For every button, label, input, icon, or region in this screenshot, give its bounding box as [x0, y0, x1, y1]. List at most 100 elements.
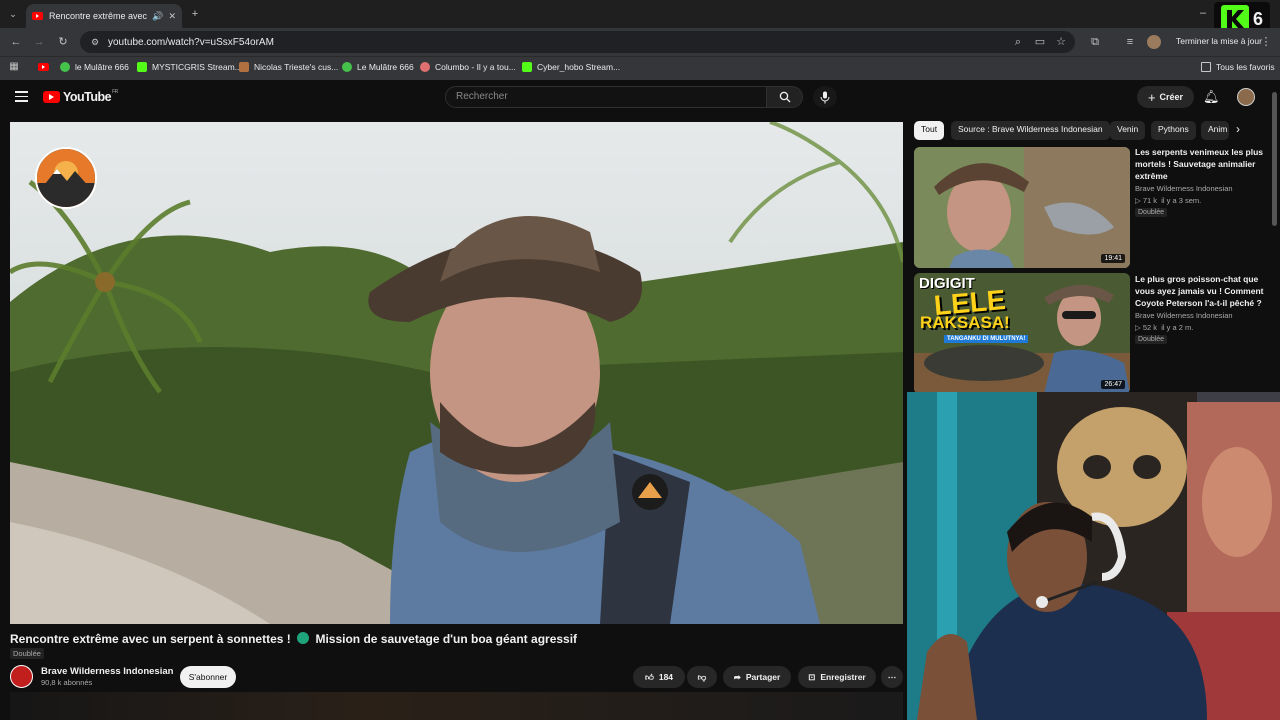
share-arrow-icon: ➦ [733, 671, 741, 682]
hamburger-menu-icon[interactable] [15, 91, 28, 102]
columbo-favicon-icon [420, 62, 430, 72]
apps-grid-icon[interactable]: ▦ [7, 60, 21, 74]
tab-search-icon[interactable]: ⌄ [6, 7, 20, 21]
bookmark-item[interactable]: Le Mulâtre 666 [342, 60, 414, 74]
chip-pythons[interactable]: Pythons [1151, 121, 1196, 140]
chip-source[interactable]: Source : Brave Wilderness Indonesian [951, 121, 1110, 140]
search-input[interactable]: Rechercher [445, 86, 767, 108]
bookmark-label: Cyber_hobo Stream... [537, 62, 621, 72]
youtube-play-icon [43, 91, 60, 103]
search-button[interactable] [767, 86, 803, 108]
dubbed-badge: Doublée [1135, 335, 1168, 344]
like-count: 184 [658, 672, 674, 682]
bookmark-star-icon[interactable]: ☆ [1054, 35, 1068, 49]
extensions-icon[interactable]: ⧉ [1088, 35, 1102, 49]
bookmark-label: MYSTICGRIS Stream... [152, 62, 242, 72]
related-thumbnail[interactable]: 19:41 [914, 147, 1130, 268]
channel-avatar[interactable] [10, 665, 33, 688]
upload-age: il y a 2 m. [1161, 323, 1194, 332]
related-channel[interactable]: Brave Wilderness Indonesian [1135, 184, 1233, 193]
related-title[interactable]: Les serpents venimeux les plus mortels !… [1135, 146, 1265, 182]
views-count: 52 k [1142, 323, 1158, 332]
save-playlist-icon: ⊡ [808, 671, 816, 682]
chip-tout[interactable]: Tout [914, 121, 945, 140]
back-icon[interactable]: ← [9, 35, 23, 49]
menu-dots-icon[interactable]: ⋮ [1259, 35, 1273, 49]
thumb-text: RAKSASA! [920, 313, 1010, 332]
mountain-sunset-icon [37, 149, 95, 207]
youtube-favicon-icon [32, 12, 43, 20]
video-title-part2: Mission de sauvetage d'un boa géant agre… [315, 632, 578, 646]
kick-icon [522, 62, 532, 72]
logo-text: YouTube [63, 90, 112, 104]
browser-tab[interactable]: Rencontre extrême avec un 🔊 ✕ [26, 4, 182, 28]
account-avatar[interactable] [1237, 88, 1255, 106]
rumble-icon [60, 62, 70, 72]
related-thumbnail[interactable]: DIGIGIT LELE RAKSASA! TANGANKU DI MULUTN… [914, 273, 1130, 394]
related-title[interactable]: Le plus gros poisson-chat que vous ayez … [1135, 273, 1265, 309]
update-button[interactable]: Terminer la mise à jour [1170, 34, 1268, 50]
create-button[interactable]: + Créer [1137, 86, 1194, 108]
tab-title: Rencontre extrême avec un [49, 11, 148, 21]
minimize-icon[interactable]: – [1196, 6, 1210, 20]
bookmark-item[interactable]: Columbo - Il y a tou... [420, 60, 516, 74]
chips-next-icon[interactable]: › [1236, 122, 1240, 136]
dubbed-badge: Doublée [10, 648, 44, 659]
create-label: Créer [1159, 92, 1184, 102]
webcam-frame [907, 392, 1280, 720]
like-button[interactable]: 👍︎ 184 [633, 666, 685, 688]
views-icon: ▷ [1135, 323, 1143, 332]
thumbs-up-icon: 👍︎ [644, 671, 654, 682]
bookmark-item[interactable]: MYSTICGRIS Stream... [137, 60, 242, 74]
close-tab-icon[interactable]: ✕ [168, 11, 176, 22]
channel-watermark-logo [35, 147, 97, 209]
reload-icon[interactable]: ↻ [56, 35, 70, 49]
bookmark-item[interactable]: Cyber_hobo Stream... [522, 60, 620, 74]
subscribe-button[interactable]: S'abonner [180, 666, 236, 688]
bookmark-youtube[interactable] [38, 60, 55, 74]
related-channel[interactable]: Brave Wilderness Indonesian [1135, 311, 1233, 320]
youtube-logo[interactable]: YouTube FR [43, 89, 118, 104]
cast-icon[interactable]: ▭ [1033, 35, 1047, 49]
save-button[interactable]: ⊡ Enregistrer [798, 666, 876, 688]
views-count: 71 k [1142, 196, 1158, 205]
bookmark-item[interactable]: Nicolas Trieste's cus... [239, 60, 338, 74]
bookmark-label: le Mulâtre 666 [75, 62, 129, 72]
all-bookmarks-label: Tous les favoris [1216, 62, 1275, 72]
all-bookmarks[interactable]: Tous les favoris [1201, 60, 1275, 74]
address-bar[interactable]: ⚙ youtube.com/watch?v=uSsxF54orAM [80, 31, 1075, 53]
related-stats: ▷ 71 k il y a 3 sem. [1135, 196, 1201, 205]
voice-search-button[interactable] [813, 86, 837, 108]
video-player[interactable] [10, 122, 903, 624]
notifications-bell-icon[interactable]: 🔔︎ [1203, 89, 1220, 105]
new-tab-icon[interactable]: + [188, 7, 202, 21]
profile-avatar[interactable] [1147, 35, 1161, 49]
microphone-icon [820, 91, 830, 103]
video-title: Rencontre extrême avec un serpent à sonn… [10, 632, 577, 646]
custom-favicon-icon [239, 62, 249, 72]
comments-area-preview [10, 692, 903, 720]
dislike-button[interactable]: 👎︎ [687, 666, 717, 688]
channel-name[interactable]: Brave Wilderness Indonesian [41, 666, 173, 677]
views-icon: ▷ [1135, 196, 1143, 205]
share-button[interactable]: ➦ Partager [723, 666, 791, 688]
page-scrollbar[interactable] [1272, 92, 1277, 226]
bookmark-label: Columbo - Il y a tou... [435, 62, 516, 72]
folder-icon [1201, 62, 1211, 72]
video-title-part1: Rencontre extrême avec un serpent à sonn… [10, 632, 291, 646]
k6-label: 6 [1252, 8, 1263, 29]
related-stats: ▷ 52 k il y a 2 m. [1135, 323, 1193, 332]
speaker-icon[interactable]: 🔊 [152, 11, 163, 22]
more-actions-button[interactable]: ⋯ [881, 666, 903, 688]
thumb-text: TANGANKU DI MULUTNYA! [944, 335, 1029, 343]
upload-age: il y a 3 sem. [1161, 196, 1202, 205]
thumbs-down-icon: 👎︎ [697, 671, 707, 682]
site-info-icon[interactable]: ⚙ [88, 35, 102, 49]
zoom-icon[interactable]: ⌕ [1011, 35, 1025, 49]
chip-animaux[interactable]: Anim [1201, 121, 1229, 140]
bookmark-item[interactable]: le Mulâtre 666 [60, 60, 129, 74]
chip-venin[interactable]: Venin [1110, 121, 1146, 140]
rumble-icon [342, 62, 352, 72]
reading-list-icon[interactable]: ≡ [1123, 35, 1137, 49]
forward-icon[interactable]: → [32, 35, 46, 49]
